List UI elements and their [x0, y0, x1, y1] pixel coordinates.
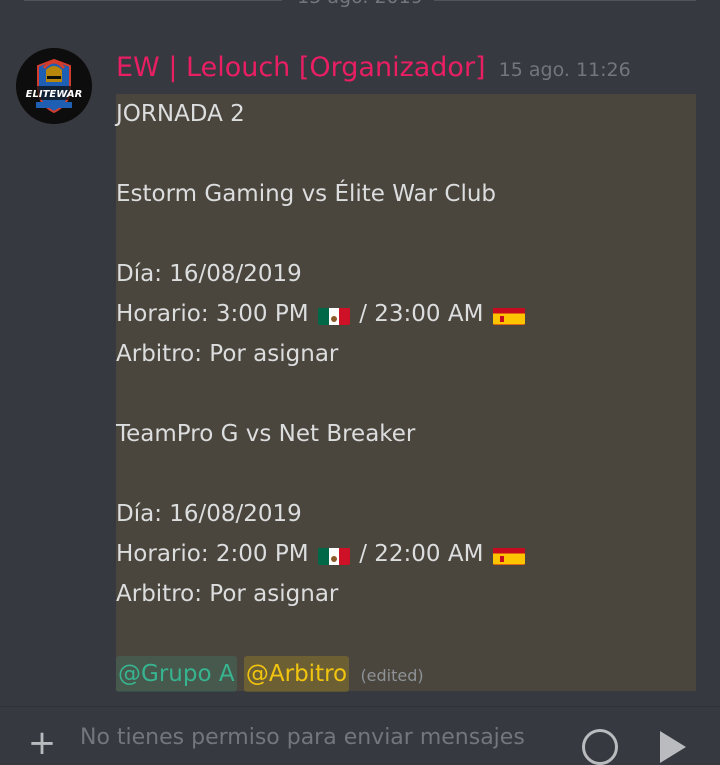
message-header: EW | Lelouch [Organizador] 15 ago. 11:26	[116, 52, 631, 83]
message-line: Arbitro: Por asignar	[116, 341, 339, 367]
role-mention-arbitro[interactable]: @Arbitro	[243, 656, 350, 692]
message-line: Día: 16/08/2019	[116, 501, 302, 527]
schedule-text: Horario: 3:00 PM	[116, 301, 309, 327]
message-line: JORNADA 2	[116, 101, 245, 127]
svg-text:ELITEWAR: ELITEWAR	[26, 89, 83, 100]
edited-label: (edited)	[360, 666, 424, 685]
date-divider-text: 15 ago. 2019	[24, 0, 696, 8]
message-timestamp: 15 ago. 11:26	[498, 59, 631, 81]
mexico-flag-icon	[317, 303, 350, 325]
add-icon[interactable]: +	[22, 723, 62, 763]
role-mention-grupo-a[interactable]: @Grupo A	[116, 656, 237, 692]
mexico-flag-icon	[317, 543, 350, 565]
message-line: Arbitro: Por asignar	[116, 581, 339, 607]
schedule-text: / 23:00 AM	[359, 301, 484, 327]
message-line: Estorm Gaming vs Élite War Club	[116, 181, 497, 207]
message-line: Horario: 3:00 PM / 23:00 AM	[116, 294, 696, 334]
schedule-text: / 22:00 AM	[359, 541, 484, 567]
message-content: JORNADA 2 Estorm Gaming vs Élite War Clu…	[116, 94, 696, 694]
author-name[interactable]: EW | Lelouch [Organizador]	[116, 52, 486, 83]
message-line: Horario: 2:00 PM / 22:00 AM	[116, 534, 696, 574]
send-icon[interactable]	[660, 731, 686, 763]
avatar[interactable]: ELITEWAR	[16, 48, 92, 124]
spain-flag-icon	[492, 543, 525, 565]
mentions-line: @Grupo A @Arbitro (edited)	[116, 654, 696, 694]
spain-flag-icon	[492, 303, 525, 325]
message-line: TeamPro G vs Net Breaker	[116, 421, 416, 447]
message-input[interactable]: No tienes permiso para enviar mensajes	[80, 725, 525, 750]
divider-line-right	[434, 0, 696, 1]
message-line: Día: 16/08/2019	[116, 261, 302, 287]
elite-war-logo-icon: ELITEWAR	[16, 48, 92, 124]
message-composer: + No tienes permiso para enviar mensajes	[0, 706, 720, 765]
date-divider: 15 ago. 2019	[24, 0, 696, 16]
emoji-icon[interactable]	[582, 729, 618, 765]
schedule-text: Horario: 2:00 PM	[116, 541, 309, 567]
